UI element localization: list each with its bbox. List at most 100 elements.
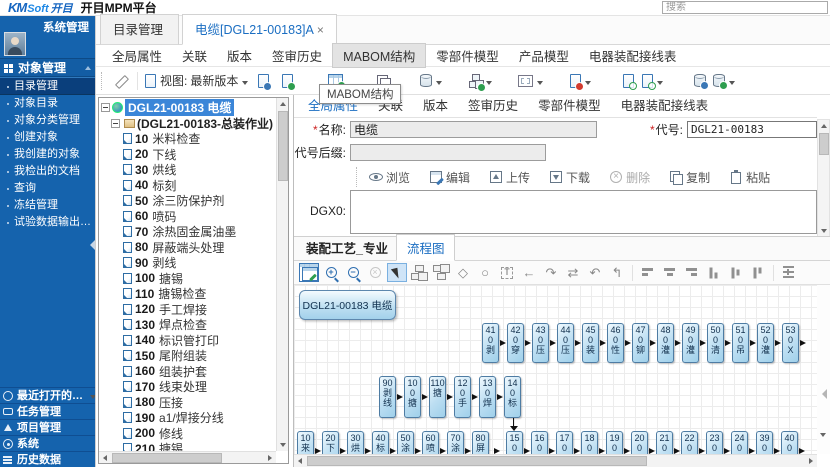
tree-operation-item[interactable]: 20 下线 [101, 147, 276, 163]
tab-sign-history[interactable]: 签审历史 [262, 44, 332, 67]
zoom-out-icon[interactable]: − [343, 263, 363, 282]
name-field[interactable] [350, 121, 597, 138]
sidebar-item-object-classification[interactable]: 对象分类管理 [0, 112, 95, 129]
align-bottom-icon[interactable] [749, 263, 768, 283]
flow-node-190[interactable]: 190 [606, 431, 623, 454]
tree-operation-item[interactable]: 210 搪锡 [101, 441, 276, 451]
align-middle-icon[interactable] [727, 263, 746, 283]
sidebar-item-test-data-output[interactable]: 试验数据输出… [0, 214, 95, 231]
panel-collapse-handle-icon[interactable] [822, 389, 827, 399]
suffix-field[interactable] [350, 144, 546, 161]
flow-node-490[interactable]: 490灌 [682, 323, 699, 363]
distribute-icon[interactable] [779, 263, 799, 282]
tree-operation-item[interactable]: 160 组装护套 [101, 364, 276, 380]
sidebar-project-management[interactable]: 项目管理 [0, 419, 95, 435]
dgx0-field[interactable] [350, 190, 817, 234]
tab-cable-dgl21-00183[interactable]: 电缆[DGL21-00183]A× [182, 14, 337, 45]
download-button[interactable]: 下载 [549, 169, 590, 186]
tab-versions[interactable]: 版本 [217, 44, 262, 67]
detail-tab-wiring-table[interactable]: 电器装配接线表 [611, 92, 719, 117]
align-left-icon[interactable] [638, 263, 658, 282]
flow-node-410[interactable]: 410剥 [482, 323, 499, 363]
flow-node-160[interactable]: 160 [531, 431, 548, 454]
flow-node-180[interactable]: 180 [581, 431, 598, 454]
sidebar-recently-opened[interactable]: 最近打开的… [0, 387, 95, 403]
edit-button[interactable]: 编辑 [429, 169, 470, 186]
connector-curve-icon[interactable]: ↶ [585, 263, 605, 282]
flow-node-30[interactable]: 30烘 [347, 431, 364, 454]
copy-button[interactable]: 复制 [669, 169, 710, 186]
tab-relations[interactable]: 关联 [172, 44, 217, 67]
align-top-icon[interactable] [705, 263, 724, 283]
tree-operation-item[interactable]: 180 压接 [101, 395, 276, 411]
code-field[interactable] [687, 121, 817, 138]
user-avatar[interactable] [4, 32, 26, 56]
connector-straight-icon[interactable]: ← [519, 263, 539, 282]
tree-operation-item[interactable]: 80 屏蔽端头处理 [101, 240, 276, 256]
flow-canvas[interactable]: DGL21-00183 电缆 410剥420穿430压440压450装460性4… [294, 285, 817, 454]
collapse-caret-icon[interactable] [85, 66, 91, 70]
flow-node-80[interactable]: 80屏 [472, 431, 489, 454]
insert-child-node-icon[interactable] [409, 263, 429, 282]
flow-node-90[interactable]: 90剥线 [379, 376, 396, 418]
tree-operation-item[interactable]: 110 搪锡检查 [101, 286, 276, 302]
tree-operation-item[interactable]: 150 尾附组装 [101, 348, 276, 364]
scroll-down-arrow[interactable] [277, 439, 289, 451]
tree-operation-item[interactable]: 120 手工焊接 [101, 302, 276, 318]
select-cursor-icon[interactable] [387, 263, 407, 282]
tab-part-model[interactable]: 零部件模型 [426, 44, 509, 67]
scroll-down-arrow[interactable] [817, 429, 830, 442]
database-settings-icon[interactable] [689, 70, 711, 92]
flow-node-50[interactable]: 50涂 [397, 431, 414, 454]
tab-wiring-table[interactable]: 电器装配接线表 [579, 44, 687, 67]
scrollbar-thumb[interactable] [307, 456, 647, 466]
flow-node-60[interactable]: 60喷 [422, 431, 439, 454]
flow-node-530[interactable]: 530X [782, 323, 799, 363]
flow-node-400[interactable]: 400 [781, 431, 798, 454]
sidebar-item-freeze-management[interactable]: 冻结管理 [0, 197, 95, 214]
export-document-icon[interactable] [252, 70, 274, 92]
zoom-in-icon[interactable]: + [321, 263, 341, 282]
scrollbar-thumb[interactable] [112, 453, 222, 463]
tree-operation-item[interactable]: 90 剥线 [101, 255, 276, 271]
tree-root-item[interactable]: DGL21-00183 电缆 [101, 100, 276, 116]
image-icon[interactable] [518, 70, 543, 92]
upload-button[interactable]: 上传 [489, 169, 530, 186]
canvas-horizontal-scrollbar[interactable] [294, 454, 817, 467]
flow-node-230[interactable]: 230 [706, 431, 723, 454]
sidebar-item-query[interactable]: 查询 [0, 180, 95, 197]
tab-product-model[interactable]: 产品模型 [509, 44, 579, 67]
flow-node-220[interactable]: 220 [681, 431, 698, 454]
flow-node-470[interactable]: 470铆 [632, 323, 649, 363]
flow-node-40[interactable]: 40标 [372, 431, 389, 454]
new-document-icon[interactable] [569, 70, 591, 92]
search-document-icon[interactable] [617, 70, 639, 92]
flow-node-120[interactable]: 120手 [454, 376, 471, 418]
scroll-up-arrow[interactable] [818, 120, 830, 132]
edit-pencil-button[interactable] [110, 70, 132, 92]
tree-operation-item[interactable]: 100 搪锡 [101, 271, 276, 287]
tree-operation-item[interactable]: 50 涂三防保护剂 [101, 193, 276, 209]
tree-operation-item[interactable]: 30 烘线 [101, 162, 276, 178]
scrollbar-thumb[interactable] [819, 133, 829, 155]
flow-node-500[interactable]: 500清 [707, 323, 724, 363]
sidebar-task-management[interactable]: 任务管理 [0, 403, 95, 419]
scroll-up-arrow[interactable] [277, 98, 289, 110]
scroll-left-arrow[interactable] [294, 455, 306, 467]
scroll-right-arrow[interactable] [805, 455, 817, 467]
tab-flow-diagram[interactable]: 流程图 [396, 234, 456, 261]
delete-button[interactable]: 删除 [609, 169, 650, 186]
flow-node-480[interactable]: 480灌 [657, 323, 674, 363]
flow-node-440[interactable]: 440压 [557, 323, 574, 363]
flow-node-150[interactable]: 150 [506, 431, 523, 454]
collapse-box-icon[interactable] [101, 103, 110, 112]
browse-button[interactable]: 浏览 [369, 169, 410, 186]
tree-horizontal-scrollbar[interactable] [99, 451, 276, 463]
insert-parent-node-icon[interactable] [431, 263, 451, 282]
collapse-box-icon[interactable] [111, 119, 120, 128]
tree-operation-item[interactable]: 10 米料检查 [101, 131, 276, 147]
tree-group-item[interactable]: (DGL21-00183-总装作业) 电缆 [101, 116, 276, 132]
ellipse-shape-icon[interactable]: ○ [475, 263, 495, 282]
flow-node-20[interactable]: 20下 [322, 431, 339, 454]
sidebar-system[interactable]: 系统 [0, 435, 95, 451]
